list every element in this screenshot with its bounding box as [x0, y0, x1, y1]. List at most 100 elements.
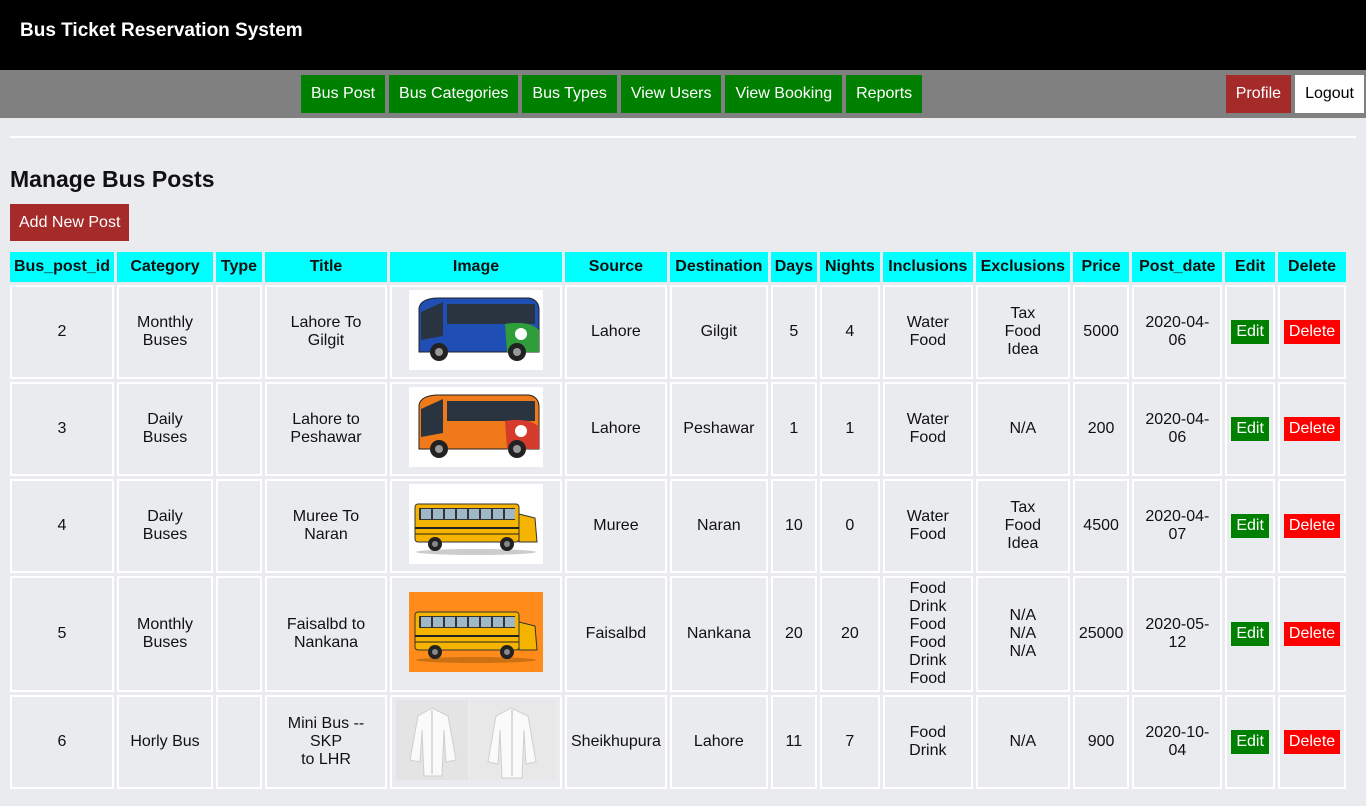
cell-post-date: 2020-04- 07	[1132, 479, 1223, 573]
cell-line: N/A	[1009, 607, 1037, 624]
cell-line: 2020-04-	[1145, 411, 1210, 428]
table-row: 4 Daily Buses Muree To Naran Muree Naran 10 0 W…	[10, 479, 1347, 573]
cell-exclusions: N/A	[975, 382, 1070, 476]
cell-title: Lahore To Gilgit	[265, 285, 387, 379]
cell-post-date: 2020-04- 06	[1132, 285, 1223, 379]
cell-category: Monthly Buses	[117, 285, 213, 379]
cell-exclusions: Tax Food Idea	[975, 479, 1070, 573]
profile-button[interactable]: Profile	[1225, 75, 1292, 113]
cell-inclusions: Water Food	[882, 479, 973, 573]
table-body: 2 Monthly Buses Lahore To Gilgit Lahore Gilg…	[10, 285, 1347, 789]
bus-posts-table: Bus_post_id Category Type Title Image Source D…	[7, 249, 1349, 792]
nav-view-users[interactable]: View Users	[620, 75, 722, 113]
bus-post-image	[409, 483, 543, 569]
table-row: 2 Monthly Buses Lahore To Gilgit Lahore Gilg…	[10, 285, 1347, 379]
cell-source: Lahore	[565, 285, 667, 379]
cell-line: Food	[909, 580, 947, 597]
cell-line: N/A	[1009, 625, 1037, 642]
edit-button[interactable]: Edit	[1231, 730, 1269, 754]
cell-edit: Edit	[1225, 479, 1275, 573]
app-header: Bus Ticket Reservation System	[0, 0, 1366, 70]
cell-line: Drink	[909, 598, 947, 615]
cell-line: Tax	[1010, 499, 1036, 516]
add-new-post-button[interactable]: Add New Post	[10, 204, 130, 241]
nav-bus-post[interactable]: Bus Post	[301, 75, 386, 113]
cell-bus-post-id: 3	[10, 382, 114, 476]
cell-line: Food	[909, 616, 947, 633]
cell-post-date: 2020-10- 04	[1132, 695, 1223, 789]
cell-delete: Delete	[1277, 382, 1347, 476]
nav-menu: Bus Post Bus Categories Bus Types View U…	[301, 75, 923, 113]
cell-line: N/A	[1009, 733, 1037, 750]
nav-reports[interactable]: Reports	[846, 75, 923, 113]
edit-button[interactable]: Edit	[1231, 417, 1269, 441]
edit-button[interactable]: Edit	[1231, 320, 1269, 344]
cell-line: Tax	[1010, 305, 1036, 322]
cell-image	[390, 382, 562, 476]
cell-price: 4500	[1072, 479, 1130, 573]
cell-line: to LHR	[301, 751, 351, 768]
cell-destination: Peshawar	[669, 382, 768, 476]
cell-line: Food	[1004, 517, 1042, 534]
cell-edit: Edit	[1225, 382, 1275, 476]
cell-line: Drink	[909, 742, 947, 759]
cell-bus-post-id: 4	[10, 479, 114, 573]
cell-title: Mini Bus -- SKP to LHR	[265, 695, 387, 789]
cell-source: Muree	[565, 479, 667, 573]
cell-line: Food	[909, 332, 947, 349]
cell-post-date: 2020-05- 12	[1132, 576, 1223, 692]
bus-post-image	[409, 591, 543, 677]
delete-button[interactable]: Delete	[1283, 320, 1341, 344]
cell-nights: 1	[819, 382, 880, 476]
cell-category: Daily Buses	[117, 382, 213, 476]
cell-line: 06	[1168, 429, 1187, 446]
cell-title: Lahore to Peshawar	[265, 382, 387, 476]
cell-inclusions: Food Drink Food Food Drink Food	[882, 576, 973, 692]
cell-line: Food	[909, 670, 947, 687]
cell-type	[216, 576, 262, 692]
bus-post-image	[409, 289, 543, 375]
cell-bus-post-id: 6	[10, 695, 114, 789]
cell-line: 04	[1168, 742, 1187, 759]
edit-button[interactable]: Edit	[1231, 514, 1269, 538]
cell-line: Buses	[142, 634, 188, 651]
delete-button[interactable]: Delete	[1283, 730, 1341, 754]
delete-button[interactable]: Delete	[1283, 514, 1341, 538]
delete-button[interactable]: Delete	[1283, 622, 1341, 646]
logout-button[interactable]: Logout	[1295, 75, 1364, 113]
cell-line: 2020-05-	[1145, 616, 1210, 633]
column-header: Category	[117, 252, 213, 282]
cell-exclusions: N/A N/A N/A	[975, 576, 1070, 692]
cell-price: 900	[1072, 695, 1130, 789]
cell-inclusions: Water Food	[882, 285, 973, 379]
cell-title: Faisalbd to Nankana	[265, 576, 387, 692]
cell-line: Food	[909, 724, 947, 741]
cell-days: 20	[770, 576, 817, 692]
nav-view-booking[interactable]: View Booking	[725, 75, 843, 113]
cell-image	[390, 576, 562, 692]
cell-line: Water	[906, 411, 949, 428]
cell-price: 25000	[1072, 576, 1130, 692]
cell-destination: Nankana	[669, 576, 768, 692]
nav-bar: Bus Post Bus Categories Bus Types View U…	[0, 70, 1366, 118]
cell-line: Food	[909, 526, 947, 543]
cell-nights: 0	[819, 479, 880, 573]
cell-bus-post-id: 2	[10, 285, 114, 379]
cell-post-date: 2020-04- 06	[1132, 382, 1223, 476]
column-header: Delete	[1277, 252, 1347, 282]
nav-bus-categories[interactable]: Bus Categories	[389, 75, 519, 113]
cell-line: Monthly	[136, 616, 194, 633]
cell-type	[216, 285, 262, 379]
cell-line: Lahore To Gilgit	[290, 314, 362, 349]
column-header: Title	[265, 252, 387, 282]
delete-button[interactable]: Delete	[1283, 417, 1341, 441]
cell-image	[390, 285, 562, 379]
cell-nights: 4	[819, 285, 880, 379]
cell-nights: 20	[819, 576, 880, 692]
edit-button[interactable]: Edit	[1231, 622, 1269, 646]
table-row: 6 Horly Bus Mini Bus -- SKP to LHR Sheikhup…	[10, 695, 1347, 789]
nav-bus-types[interactable]: Bus Types	[522, 75, 617, 113]
cell-category: Daily Buses	[117, 479, 213, 573]
column-header: Edit	[1225, 252, 1275, 282]
cell-line: Monthly	[136, 314, 194, 331]
